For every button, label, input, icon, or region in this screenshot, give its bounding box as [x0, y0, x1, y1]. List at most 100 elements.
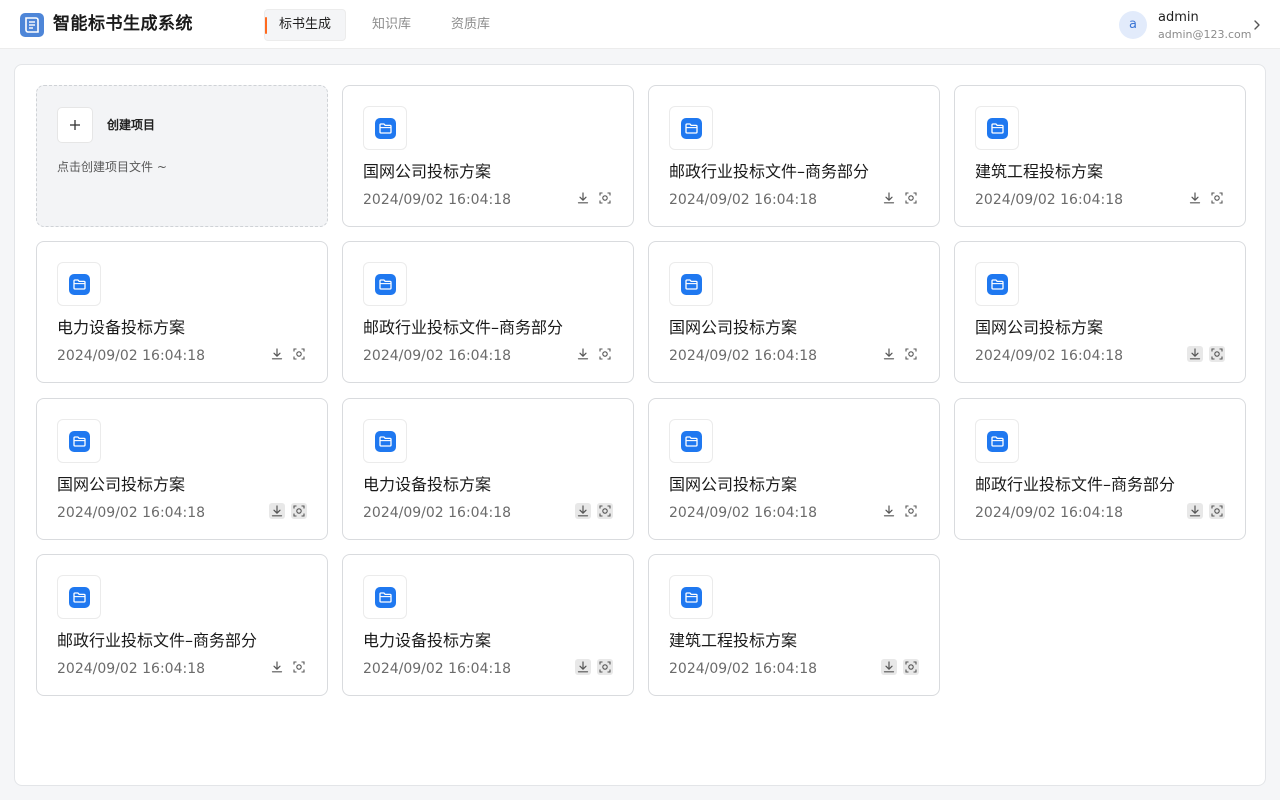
- download-icon[interactable]: [1187, 503, 1203, 519]
- project-panel: 创建项目 点击创建项目文件 ~ 国网公司投标方案 2024/09/02 16:04…: [14, 64, 1266, 786]
- scan-icon[interactable]: [291, 346, 307, 362]
- folder-icon-box: [669, 575, 713, 619]
- folder-icon-box: [363, 262, 407, 306]
- user-email: admin@123.com: [1158, 28, 1252, 41]
- download-icon[interactable]: [269, 503, 285, 519]
- project-title: 建筑工程投标方案: [669, 631, 798, 650]
- folder-icon-box: [669, 262, 713, 306]
- download-icon[interactable]: [575, 503, 591, 519]
- project-title: 国网公司投标方案: [57, 475, 186, 494]
- scan-icon[interactable]: [1209, 190, 1225, 206]
- project-date: 2024/09/02 16:04:18: [669, 505, 818, 521]
- plus-icon: [57, 107, 93, 143]
- project-card[interactable]: 电力设备投标方案 2024/09/02 16:04:18: [36, 241, 328, 383]
- folder-icon-box: [363, 575, 407, 619]
- project-title: 电力设备投标方案: [363, 631, 492, 650]
- project-title: 电力设备投标方案: [363, 475, 492, 494]
- folder-icon-box: [669, 106, 713, 150]
- folder-icon: [681, 274, 702, 295]
- folder-icon: [375, 431, 396, 452]
- download-icon[interactable]: [881, 503, 897, 519]
- project-title: 国网公司投标方案: [669, 475, 798, 494]
- folder-icon: [681, 431, 702, 452]
- project-card[interactable]: 邮政行业投标文件–商务部分 2024/09/02 16:04:18: [648, 85, 940, 227]
- create-project-card[interactable]: 创建项目 点击创建项目文件 ~: [36, 85, 328, 227]
- folder-icon-box: [363, 106, 407, 150]
- folder-icon: [69, 431, 90, 452]
- download-icon[interactable]: [575, 190, 591, 206]
- tab-knowledge-base[interactable]: 知识库: [358, 9, 425, 41]
- project-card[interactable]: 国网公司投标方案 2024/09/02 16:04:18: [954, 241, 1246, 383]
- scan-icon[interactable]: [903, 503, 919, 519]
- project-date: 2024/09/02 16:04:18: [975, 505, 1124, 521]
- folder-icon: [987, 118, 1008, 139]
- folder-icon-box: [57, 419, 101, 463]
- project-card[interactable]: 建筑工程投标方案 2024/09/02 16:04:18: [648, 554, 940, 696]
- folder-icon-box: [363, 419, 407, 463]
- project-card[interactable]: 国网公司投标方案 2024/09/02 16:04:18: [342, 85, 634, 227]
- user-menu[interactable]: a admin admin@123.com: [1119, 10, 1269, 41]
- scan-icon[interactable]: [903, 659, 919, 675]
- project-title: 电力设备投标方案: [57, 318, 186, 337]
- project-date: 2024/09/02 16:04:18: [57, 661, 206, 677]
- tab-qualification-library[interactable]: 资质库: [437, 9, 504, 41]
- user-name: admin: [1158, 10, 1199, 25]
- folder-icon-box: [975, 262, 1019, 306]
- download-icon[interactable]: [881, 659, 897, 675]
- project-date: 2024/09/02 16:04:18: [363, 505, 512, 521]
- scan-icon[interactable]: [291, 503, 307, 519]
- app-title: 智能标书生成系统: [53, 14, 193, 34]
- scan-icon[interactable]: [291, 659, 307, 675]
- project-card[interactable]: 邮政行业投标文件–商务部分 2024/09/02 16:04:18: [954, 398, 1246, 540]
- scan-icon[interactable]: [597, 659, 613, 675]
- project-title: 邮政行业投标文件–商务部分: [975, 475, 1176, 494]
- chevron-right-icon: [1254, 20, 1260, 30]
- folder-icon: [375, 587, 396, 608]
- project-date: 2024/09/02 16:04:18: [669, 348, 818, 364]
- project-date: 2024/09/02 16:04:18: [363, 661, 512, 677]
- folder-icon: [987, 431, 1008, 452]
- download-icon[interactable]: [881, 190, 897, 206]
- project-date: 2024/09/02 16:04:18: [669, 661, 818, 677]
- main-nav: 标书生成 知识库 资质库: [264, 9, 504, 41]
- project-date: 2024/09/02 16:04:18: [975, 348, 1124, 364]
- folder-icon: [375, 118, 396, 139]
- project-card[interactable]: 建筑工程投标方案 2024/09/02 16:04:18: [954, 85, 1246, 227]
- scan-icon[interactable]: [1209, 346, 1225, 362]
- project-card[interactable]: 国网公司投标方案 2024/09/02 16:04:18: [648, 241, 940, 383]
- project-card[interactable]: 国网公司投标方案 2024/09/02 16:04:18: [36, 398, 328, 540]
- scan-icon[interactable]: [903, 346, 919, 362]
- project-card[interactable]: 电力设备投标方案 2024/09/02 16:04:18: [342, 554, 634, 696]
- project-title: 邮政行业投标文件–商务部分: [57, 631, 258, 650]
- folder-icon: [69, 587, 90, 608]
- folder-icon: [69, 274, 90, 295]
- create-project-description: 点击创建项目文件 ~: [57, 160, 167, 174]
- project-card[interactable]: 邮政行业投标文件–商务部分 2024/09/02 16:04:18: [36, 554, 328, 696]
- scan-icon[interactable]: [597, 190, 613, 206]
- project-card[interactable]: 电力设备投标方案 2024/09/02 16:04:18: [342, 398, 634, 540]
- folder-icon-box: [669, 419, 713, 463]
- download-icon[interactable]: [575, 659, 591, 675]
- project-card[interactable]: 邮政行业投标文件–商务部分 2024/09/02 16:04:18: [342, 241, 634, 383]
- download-icon[interactable]: [269, 659, 285, 675]
- download-icon[interactable]: [881, 346, 897, 362]
- download-icon[interactable]: [1187, 346, 1203, 362]
- scan-icon[interactable]: [597, 346, 613, 362]
- scan-icon[interactable]: [903, 190, 919, 206]
- create-project-title: 创建项目: [107, 118, 156, 132]
- folder-icon-box: [975, 106, 1019, 150]
- project-card[interactable]: 国网公司投标方案 2024/09/02 16:04:18: [648, 398, 940, 540]
- folder-icon: [681, 587, 702, 608]
- folder-icon: [681, 118, 702, 139]
- folder-icon-box: [57, 575, 101, 619]
- download-icon[interactable]: [269, 346, 285, 362]
- folder-icon-box: [975, 419, 1019, 463]
- download-icon[interactable]: [575, 346, 591, 362]
- folder-icon-box: [57, 262, 101, 306]
- scan-icon[interactable]: [597, 503, 613, 519]
- scan-icon[interactable]: [1209, 503, 1225, 519]
- top-bar: 智能标书生成系统 标书生成 知识库 资质库 a admin admin@123.…: [0, 0, 1280, 49]
- tab-bid-generation[interactable]: 标书生成: [264, 9, 347, 41]
- project-title: 邮政行业投标文件–商务部分: [363, 318, 564, 337]
- download-icon[interactable]: [1187, 190, 1203, 206]
